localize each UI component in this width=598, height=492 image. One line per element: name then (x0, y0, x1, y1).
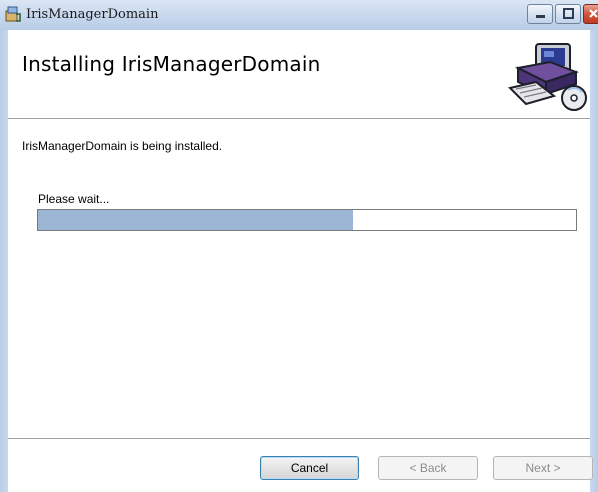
window-title: IrisManagerDomain (26, 7, 159, 22)
close-button[interactable] (583, 4, 598, 24)
window-frame-left (0, 30, 8, 492)
maximize-icon (563, 8, 574, 19)
installer-icon (4, 5, 22, 23)
minimize-button[interactable] (527, 4, 553, 24)
computer-setup-icon (506, 38, 590, 114)
install-content: IrisManagerDomain is being installed. Pl… (8, 119, 590, 439)
please-wait-label: Please wait... (38, 192, 110, 206)
page-title: Installing IrisManagerDomain (22, 52, 321, 76)
install-status-text: IrisManagerDomain is being installed. (22, 139, 223, 153)
cancel-button[interactable]: Cancel (260, 456, 359, 480)
install-progress-bar (37, 209, 577, 231)
progress-fill (38, 210, 353, 230)
minimize-icon (536, 15, 545, 18)
maximize-button[interactable] (555, 4, 581, 24)
button-bar: Cancel < Back Next > (8, 439, 593, 492)
header-banner: Installing IrisManagerDomain (8, 30, 590, 119)
close-icon (589, 9, 598, 18)
window-frame-right (590, 30, 598, 492)
title-bar[interactable]: IrisManagerDomain (0, 0, 598, 31)
next-button[interactable]: Next > (493, 456, 593, 480)
back-button[interactable]: < Back (378, 456, 478, 480)
